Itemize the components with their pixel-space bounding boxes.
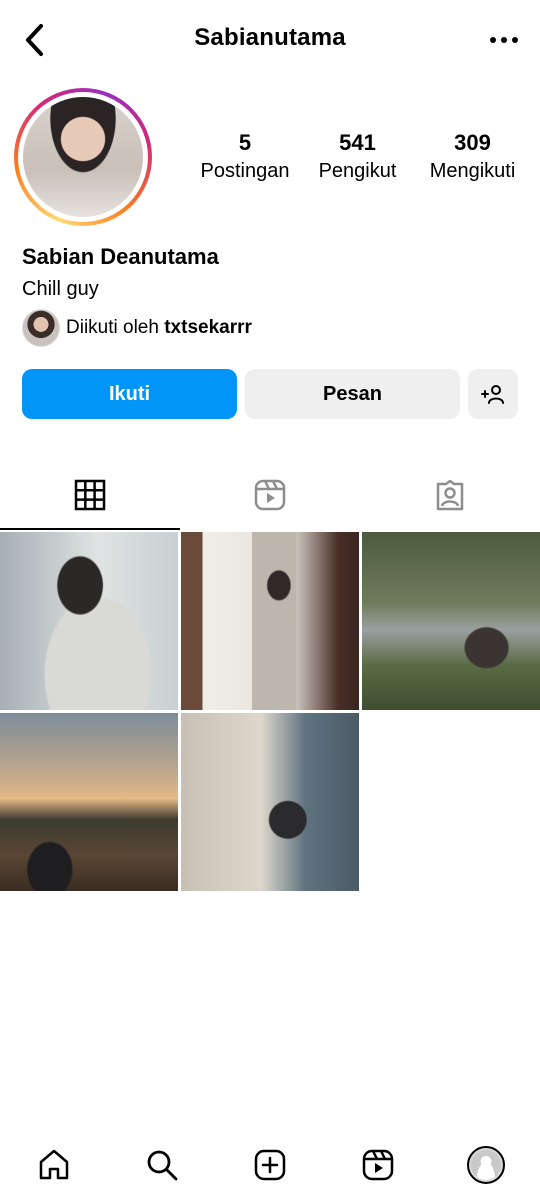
nav-search[interactable] [137, 1140, 187, 1190]
post-thumbnail[interactable] [0, 713, 178, 891]
tab-tagged[interactable] [360, 460, 540, 530]
search-icon [147, 1150, 178, 1181]
create-icon [254, 1149, 286, 1181]
top-bar: Sabianutama [0, 0, 540, 80]
followed-by-username: txtsekarrr [164, 317, 252, 338]
stat-followers-count: 541 [339, 130, 376, 155]
stat-posts[interactable]: 5 Postingan [190, 130, 300, 183]
suggested-users-button[interactable] [468, 369, 518, 419]
tab-posts-grid[interactable] [0, 460, 180, 530]
follower-avatar [22, 309, 60, 347]
post-thumbnail[interactable] [181, 713, 359, 891]
home-icon [39, 1149, 69, 1180]
tab-reels[interactable] [180, 460, 360, 530]
profile-stats: 5 Postingan 541 Pengikut 309 Mengikuti [190, 130, 530, 183]
profile-full-name: Sabian Deanutama [22, 244, 219, 269]
add-person-icon [481, 385, 504, 404]
followed-by-prefix: Diikuti oleh [66, 317, 159, 338]
stat-posts-count: 5 [238, 130, 252, 155]
stat-followers[interactable]: 541 Pengikut [300, 130, 415, 183]
stat-following[interactable]: 309 Mengikuti [415, 130, 530, 183]
post-thumbnail[interactable] [362, 532, 540, 710]
post-thumbnail[interactable] [0, 532, 178, 710]
stat-following-count: 309 [454, 130, 491, 155]
stat-posts-label: Postingan [200, 160, 290, 182]
posts-grid [0, 532, 540, 891]
more-options-button[interactable] [486, 22, 522, 58]
nav-create[interactable] [245, 1140, 295, 1190]
profile-avatar-story-ring[interactable] [14, 88, 152, 226]
follow-button[interactable]: Ikuti [22, 369, 237, 419]
profile-username: Sabianutama [194, 24, 346, 51]
nav-home[interactable] [29, 1140, 79, 1190]
bottom-navigation [0, 1130, 540, 1200]
profile-tabs [0, 460, 540, 530]
nav-profile[interactable] [461, 1140, 511, 1190]
profile-bio: Chill guy [22, 278, 99, 300]
grid-icon [74, 479, 106, 511]
message-button[interactable]: Pesan [245, 369, 460, 419]
tagged-icon [436, 479, 464, 511]
more-horizontal-icon [490, 37, 518, 43]
profile-avatar [23, 97, 143, 217]
stat-followers-label: Pengikut [318, 160, 397, 182]
post-thumbnail[interactable] [181, 532, 359, 710]
followed-by[interactable]: Diikuti oleh txtsekarrr [22, 309, 252, 347]
reels-icon [254, 479, 286, 511]
profile-avatar-icon [467, 1146, 505, 1184]
reels-icon [362, 1149, 394, 1181]
nav-reels[interactable] [353, 1140, 403, 1190]
stat-following-label: Mengikuti [429, 160, 516, 182]
